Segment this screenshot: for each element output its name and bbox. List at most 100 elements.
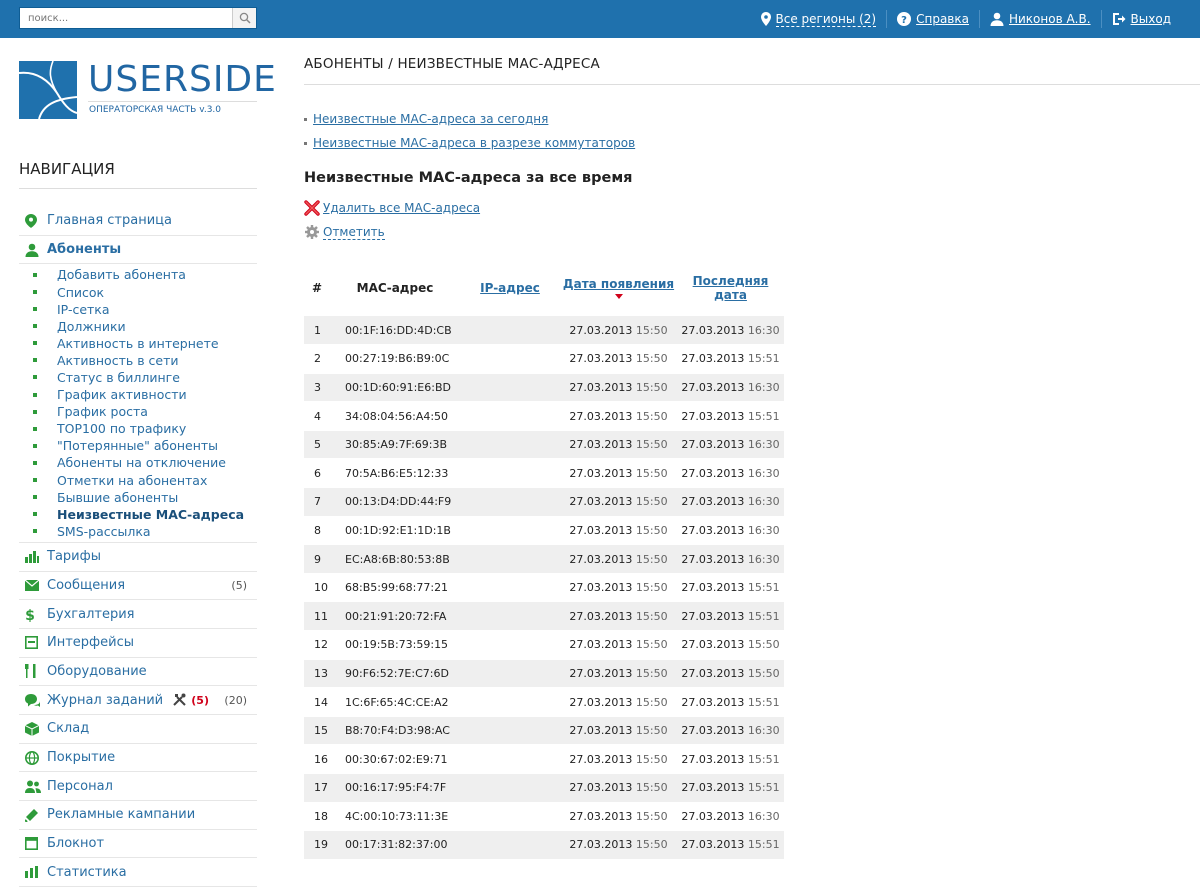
- row-number: 16: [314, 752, 328, 766]
- row-ip: [460, 430, 560, 459]
- svg-text:?: ?: [901, 15, 907, 26]
- mark-button[interactable]: Отметить: [304, 223, 385, 241]
- table-row[interactable]: 15 B8:70:F4:D3:98:AC 27.03.2013 15:50 27.03…: [304, 716, 784, 745]
- sub-item-debtors[interactable]: Должники: [19, 318, 257, 335]
- table-row[interactable]: 9 EC:A8:6B:80:53:8B 27.03.2013 15:50 27.03.…: [304, 544, 784, 574]
- nav-item-warehouse[interactable]: Склад: [19, 715, 257, 744]
- sub-item-activity-chart[interactable]: График активности: [19, 386, 257, 403]
- table-row[interactable]: 16 00:30:67:02:E9:71 27.03.2013 15:50 27.03…: [304, 745, 784, 774]
- table-row[interactable]: 17 00:16:17:95:F4:7F 27.03.2013 15:50 27.03…: [304, 773, 784, 803]
- sidebar-nav: Главная страница Абоненты Добавить абоне…: [19, 207, 257, 887]
- row-first-seen: 27.03.2013 15:50: [560, 659, 677, 688]
- row-first-seen: 27.03.2013 15:50: [560, 716, 677, 745]
- question-icon: ?: [897, 12, 912, 26]
- sort-last-date-link[interactable]: Последняя дата: [693, 274, 769, 302]
- tasks-alert[interactable]: (5): [173, 693, 209, 707]
- sub-item-list[interactable]: Список: [19, 283, 257, 300]
- link-by-switches[interactable]: Неизвестные МАС-адреса в разрезе коммута…: [304, 131, 635, 155]
- nav-item-interfaces[interactable]: Интерфейсы: [19, 629, 257, 658]
- sub-item-lost[interactable]: "Потерянные" абоненты: [19, 437, 257, 454]
- sub-item-marks[interactable]: Отметки на абонентах: [19, 472, 257, 489]
- sub-item-internet-activity[interactable]: Активность в интернете: [19, 335, 257, 352]
- regions-selector[interactable]: Все регионы (2): [751, 10, 887, 28]
- sub-item-add[interactable]: Добавить абонента: [19, 266, 257, 283]
- table-row[interactable]: 18 4C:00:10:73:11:3E 27.03.2013 15:50 27.03…: [304, 802, 784, 831]
- table-row[interactable]: 10 68:B5:99:68:77:21 27.03.2013 15:50 27.03…: [304, 573, 784, 602]
- table-row[interactable]: 13 90:F6:52:7E:C7:6D 27.03.2013 15:50 27.03…: [304, 659, 784, 688]
- nav-item-ad-campaigns[interactable]: Рекламные кампании: [19, 801, 257, 830]
- nav-label: Абоненты: [47, 242, 122, 258]
- link-today[interactable]: Неизвестные МАС-адреса за сегодня: [304, 107, 635, 131]
- sub-item-ip-grid[interactable]: IP-сетка: [19, 301, 257, 318]
- table-row[interactable]: 6 70:5A:B6:E5:12:33 27.03.2013 15:50 27.03.…: [304, 459, 784, 488]
- help-link[interactable]: ? Справка: [886, 10, 979, 28]
- first-time: 15:50: [635, 809, 668, 823]
- col-ip[interactable]: IP-адрес: [460, 259, 560, 316]
- table-row[interactable]: 4 34:08:04:56:A4:50 27.03.2013 15:50 27.03.…: [304, 402, 784, 431]
- table-row[interactable]: 12 00:19:5B:73:59:15 27.03.2013 15:50 27.03…: [304, 631, 784, 660]
- nav-item-main-page[interactable]: Главная страница: [19, 207, 257, 236]
- window-icon: [25, 636, 38, 650]
- sub-item-sms[interactable]: SMS-рассылка: [19, 523, 257, 540]
- first-date: 27.03.2013: [569, 781, 633, 795]
- sort-first-seen-link[interactable]: Дата появления: [563, 277, 674, 291]
- nav-item-tariffs[interactable]: Тарифы: [19, 543, 257, 572]
- nav-item-accounting[interactable]: $ Бухгалтерия: [19, 600, 257, 629]
- last-time: 16:30: [747, 380, 780, 394]
- row-number: 9: [314, 552, 321, 566]
- nav-item-notepad[interactable]: Блокнот: [19, 830, 257, 859]
- logo[interactable]: USERSIDE ОПЕРАТОРСКАЯ ЧАСТЬ v.3.0: [19, 59, 276, 121]
- sort-ip-link[interactable]: IP-адрес: [480, 281, 540, 295]
- sub-item-to-disconnect[interactable]: Абоненты на отключение: [19, 454, 257, 471]
- table-row[interactable]: 5 30:85:A9:7F:69:3B 27.03.2013 15:50 27.03.…: [304, 430, 784, 459]
- logout-link[interactable]: Выход: [1100, 10, 1181, 28]
- table-row[interactable]: 1 00:1F:16:DD:4D:CB 27.03.2013 15:50 27.03.…: [304, 316, 784, 345]
- nav-item-equipment[interactable]: Оборудование: [19, 658, 257, 687]
- row-ip: [460, 774, 560, 803]
- search-input[interactable]: [20, 8, 232, 28]
- sub-item-billing-status[interactable]: Статус в биллинге: [19, 369, 257, 386]
- col-first-seen[interactable]: Дата появления: [560, 259, 677, 316]
- row-first-seen: 27.03.2013 15:50: [560, 802, 677, 831]
- nav-item-messages[interactable]: Сообщения (5): [19, 572, 257, 601]
- first-time: 15:50: [635, 666, 668, 680]
- delete-all-button[interactable]: Удалить все МАС-адреса: [304, 199, 480, 217]
- sub-item-unknown-mac[interactable]: Неизвестные МАС-адреса: [19, 506, 257, 523]
- logout-label: Выход: [1130, 12, 1171, 26]
- table-row[interactable]: 3 00:1D:60:91:E6:BD 27.03.2013 15:50 27.03.…: [304, 373, 784, 402]
- logout-icon: [1112, 13, 1126, 25]
- row-number: 8: [314, 523, 321, 537]
- sub-item-network-activity[interactable]: Активность в сети: [19, 352, 257, 369]
- table-row[interactable]: 11 00:21:91:20:72:FA 27.03.2013 15:50 27.03…: [304, 601, 784, 631]
- nav-item-statistics[interactable]: Статистика: [19, 858, 257, 887]
- notepad-icon: [25, 837, 38, 851]
- table-row[interactable]: 7 00:13:D4:DD:44:F9 27.03.2013 15:50 27.03.…: [304, 487, 784, 517]
- user-link[interactable]: Никонов А.В.: [978, 10, 1101, 28]
- nav-item-subscribers[interactable]: Абоненты: [19, 236, 257, 265]
- table-row[interactable]: 19 00:17:31:82:37:00 27.03.2013 15:50 27.03…: [304, 830, 784, 860]
- row-ip: [460, 631, 560, 660]
- row-last-date: 27.03.2013 16:30: [677, 430, 784, 459]
- first-date: 27.03.2013: [569, 352, 633, 366]
- table-row[interactable]: 8 00:1D:92:E1:1D:1B 27.03.2013 15:50 27.03.…: [304, 516, 784, 545]
- nav-item-staff[interactable]: Персонал: [19, 772, 257, 802]
- last-time: 16:30: [747, 495, 780, 509]
- search-icon: [239, 12, 251, 24]
- first-date: 27.03.2013: [569, 523, 633, 537]
- table-row[interactable]: 14 1C:6F:65:4C:CE:A2 27.03.2013 15:50 27.03…: [304, 688, 784, 717]
- first-date: 27.03.2013: [569, 581, 633, 595]
- row-number: 10: [314, 581, 328, 595]
- row-first-seen: 27.03.2013 15:50: [560, 316, 677, 345]
- table-row[interactable]: 2 00:27:19:B6:B9:0C 27.03.2013 15:50 27.03.…: [304, 345, 784, 374]
- last-date: 27.03.2013: [681, 380, 745, 394]
- row-first-seen: 27.03.2013 15:50: [560, 373, 677, 402]
- row-number: 3: [314, 380, 321, 394]
- sub-item-former[interactable]: Бывшие абоненты: [19, 489, 257, 506]
- last-time: 15:50: [747, 638, 780, 652]
- search-button[interactable]: [232, 8, 256, 28]
- col-last-date[interactable]: Последняя дата: [677, 259, 784, 316]
- nav-item-coverage[interactable]: Покрытие: [19, 744, 257, 773]
- nav-item-task-journal[interactable]: Журнал заданий (5) (20): [19, 686, 257, 715]
- sub-item-top100[interactable]: ТОР100 по трафику: [19, 420, 257, 437]
- sub-item-growth-chart[interactable]: График роста: [19, 403, 257, 420]
